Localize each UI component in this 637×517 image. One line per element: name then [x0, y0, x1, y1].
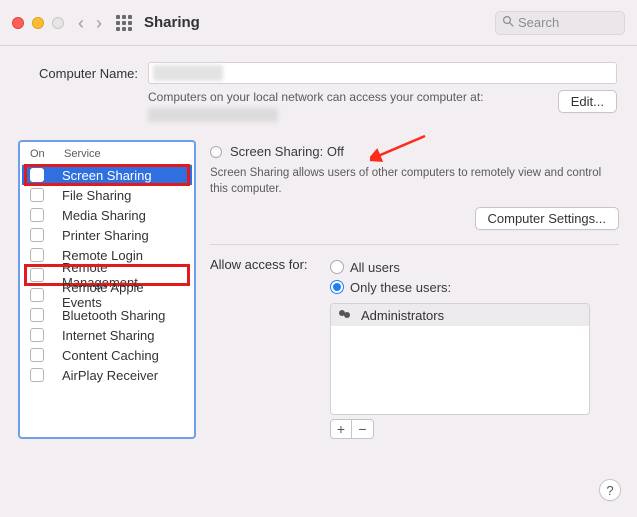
service-label: Media Sharing [62, 208, 146, 223]
minimize-window-button[interactable] [32, 17, 44, 29]
window-controls [12, 17, 64, 29]
service-row[interactable]: AirPlay Receiver [22, 365, 192, 385]
status-row: Screen Sharing: Off [210, 144, 619, 159]
service-row[interactable]: Content Caching [22, 345, 192, 365]
status-value: Off [327, 144, 344, 159]
computer-name-label: Computer Name: [20, 66, 138, 81]
forward-button: › [96, 14, 102, 32]
service-list: On Service Screen Sharing File Sharing Med… [18, 140, 196, 439]
service-checkbox[interactable] [30, 168, 44, 182]
add-remove-controls: + − [330, 419, 619, 439]
radio-only-users-label: Only these users: [350, 280, 451, 295]
service-row[interactable]: Printer Sharing [22, 225, 192, 245]
column-on: On [30, 148, 64, 160]
status-prefix: Screen Sharing: [230, 144, 323, 159]
remove-user-button[interactable]: − [352, 419, 374, 439]
show-all-icon[interactable] [116, 15, 132, 31]
service-checkbox[interactable] [30, 248, 44, 262]
user-row[interactable]: Administrators [331, 304, 589, 326]
search-field[interactable]: Search [495, 11, 625, 35]
computer-hostname-redacted [148, 108, 278, 122]
service-checkbox[interactable] [30, 188, 44, 202]
service-row[interactable]: Internet Sharing [22, 325, 192, 345]
computer-name-subtext: Computers on your local network can acce… [148, 90, 546, 104]
divider [210, 244, 619, 245]
computer-name-field[interactable] [148, 62, 617, 84]
service-checkbox[interactable] [30, 288, 44, 302]
service-row[interactable]: File Sharing [22, 185, 192, 205]
service-label: Internet Sharing [62, 328, 155, 343]
service-row[interactable]: Media Sharing [22, 205, 192, 225]
service-row[interactable]: Bluetooth Sharing [22, 305, 192, 325]
titlebar: ‹ › Sharing Search [0, 0, 637, 46]
pane-title: Sharing [144, 14, 200, 31]
radio-only-users[interactable]: Only these users: [330, 277, 619, 297]
service-checkbox[interactable] [30, 228, 44, 242]
service-checkbox[interactable] [30, 208, 44, 222]
radio-icon [330, 280, 344, 294]
user-list[interactable]: Administrators [330, 303, 590, 415]
column-service: Service [64, 148, 186, 160]
service-checkbox[interactable] [30, 368, 44, 382]
access-label: Allow access for: [210, 257, 320, 439]
help-button[interactable]: ? [599, 479, 621, 501]
service-row[interactable]: Remote Apple Events [22, 285, 192, 305]
user-name: Administrators [361, 308, 444, 323]
annotation-arrow [370, 134, 430, 167]
close-window-button[interactable] [12, 17, 24, 29]
nav-arrows: ‹ › [78, 14, 102, 32]
service-checkbox[interactable] [30, 308, 44, 322]
radio-all-users-label: All users [350, 260, 400, 275]
group-icon [339, 310, 353, 320]
radio-icon [330, 260, 344, 274]
service-label: AirPlay Receiver [62, 368, 158, 383]
add-user-button[interactable]: + [330, 419, 352, 439]
computer-settings-button[interactable]: Computer Settings... [475, 207, 620, 230]
service-label: Bluetooth Sharing [62, 308, 165, 323]
service-label: File Sharing [62, 188, 131, 203]
service-checkbox[interactable] [30, 348, 44, 362]
service-detail: Screen Sharing: Off Screen Sharing allow… [210, 140, 619, 439]
service-row[interactable]: Screen Sharing [22, 165, 192, 185]
service-label: Screen Sharing [62, 168, 152, 183]
radio-all-users[interactable]: All users [330, 257, 619, 277]
service-list-header: On Service [22, 144, 192, 165]
edit-button[interactable]: Edit... [558, 90, 617, 113]
service-label: Content Caching [62, 348, 159, 363]
service-label: Printer Sharing [62, 228, 149, 243]
service-description: Screen Sharing allows users of other com… [210, 165, 619, 197]
service-checkbox[interactable] [30, 328, 44, 342]
computer-name-section: Computer Name: Computers on your local n… [0, 46, 637, 130]
search-icon [502, 15, 514, 30]
zoom-window-button [52, 17, 64, 29]
status-indicator-icon [210, 146, 222, 158]
back-button[interactable]: ‹ [78, 14, 84, 32]
service-checkbox[interactable] [30, 268, 44, 282]
search-placeholder: Search [518, 15, 559, 30]
